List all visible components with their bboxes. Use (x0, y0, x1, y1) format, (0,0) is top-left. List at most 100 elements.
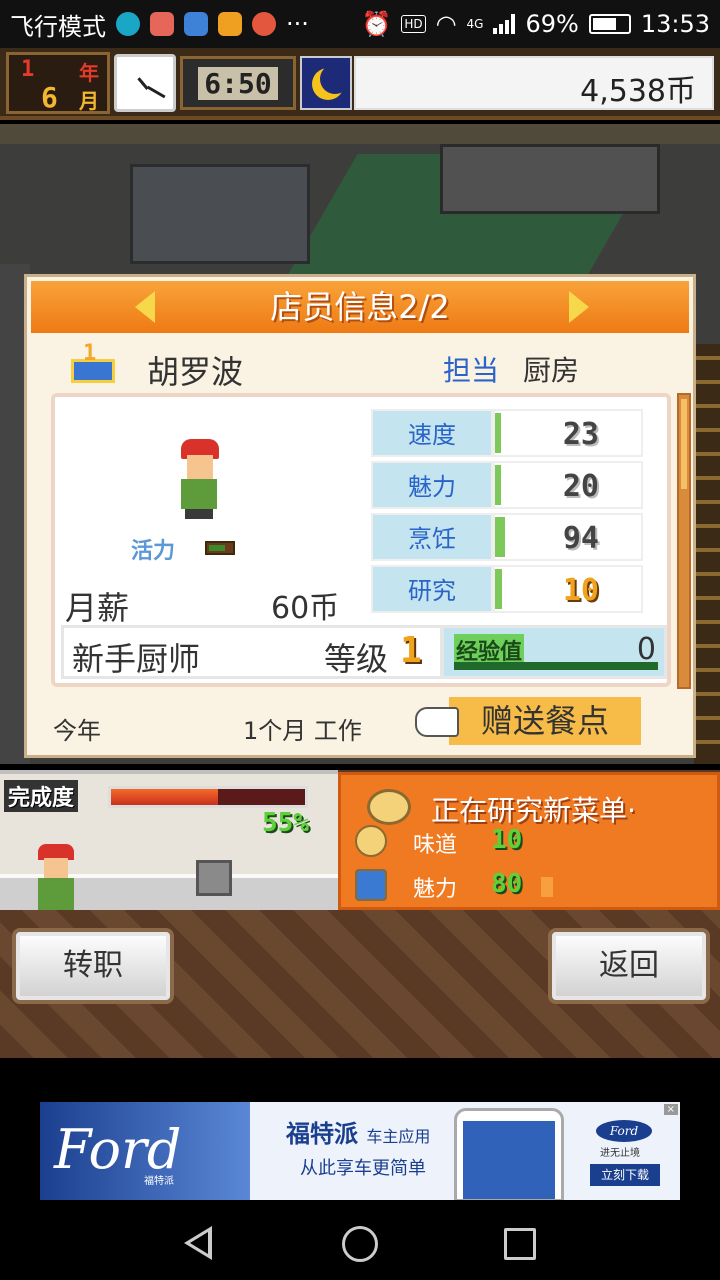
exp-bar (454, 662, 658, 670)
dialog-scrollbar[interactable] (677, 393, 691, 689)
nav-home-icon[interactable] (342, 1226, 378, 1262)
stat-value: 10 (562, 573, 599, 608)
stat-bar (495, 517, 506, 557)
salary-value: 60币 (271, 591, 340, 626)
app-notification-icon (252, 12, 276, 36)
ad-brand-cn: 福特派 (144, 1176, 174, 1187)
stat-label: 速度 (371, 409, 493, 457)
gift-meal-button[interactable]: 赠送餐点 (449, 697, 641, 745)
app-notification-icon (116, 12, 140, 36)
battery-percent: 69% (525, 10, 579, 38)
next-staff-arrow-icon[interactable] (569, 291, 589, 323)
staff-name: 胡罗波 (147, 353, 244, 391)
research-row-charm: 魅力 80 (351, 867, 553, 903)
phone-image (454, 1108, 564, 1202)
progress-percent: 55% (262, 808, 309, 838)
back-button[interactable]: 返回 (548, 928, 710, 1004)
change-job-button[interactable]: 转职 (12, 928, 174, 1004)
stat-label: 研究 (371, 565, 493, 613)
app-notification-icon (218, 12, 242, 36)
button-bar: 转职 返回 (0, 910, 720, 1058)
experience-row: 经验值 0 (441, 625, 667, 679)
ad-download-button[interactable]: 立刻下载 (590, 1164, 660, 1186)
dish-icon (367, 789, 411, 825)
cooking-pot-icon (196, 860, 232, 896)
chef-sprite-icon (177, 439, 221, 519)
month-value: 6 (41, 81, 58, 114)
prev-staff-arrow-icon[interactable] (135, 291, 155, 323)
navigation-bar (0, 1200, 720, 1280)
year-value: 1 (21, 57, 35, 82)
bottom-panel: 完成度 55% 正在研究新菜单· 味道 10 魅力 80 转职 返回 (0, 770, 720, 1058)
chef-sprite-icon (36, 844, 76, 914)
job-title: 新手厨师 (72, 640, 201, 678)
staff-card: 活力 月薪 60币 速度 23 魅力 20 烹饪 94 研究 10 新手厨师 等… (51, 393, 671, 687)
stat-bar (495, 569, 503, 609)
ad-banner[interactable]: Ford 福特派 福特派 车主应用 从此享车更简单 Ford 进无止境 立刻下载… (40, 1102, 680, 1202)
wifi-icon: ◠ (435, 10, 457, 38)
stat-label: 魅力 (371, 461, 493, 509)
staff-info-dialog: 店员信息2/2 1 胡罗波 担当 厨房 活力 月薪 60币 速度 23 魅力 2… (24, 274, 696, 758)
nav-recent-apps-icon[interactable] (504, 1228, 536, 1260)
research-stat-label: 味道 (413, 833, 458, 858)
alarm-icon: ⏰ (361, 10, 392, 38)
stat-label: 烹饪 (371, 513, 493, 561)
app-notification-icon (184, 12, 208, 36)
research-panel: 正在研究新菜单· 味道 10 魅力 80 (338, 772, 720, 910)
charm-meter (541, 877, 553, 897)
ad-close-icon[interactable]: × (663, 1104, 678, 1115)
this-year-label: 今年 (53, 717, 101, 745)
mail-notification-icon (150, 12, 174, 36)
taste-icon (355, 825, 387, 857)
stat-bar (495, 465, 501, 505)
moon-icon (300, 56, 352, 110)
stat-value: 20 (562, 469, 599, 504)
kitchen-cabinet (130, 164, 310, 264)
nav-back-icon[interactable] (184, 1226, 212, 1260)
status-bar: 飞行模式 ··· ⏰ HD ◠ 4G 69% 13:53 (0, 0, 720, 48)
date-display: 1 年 6 月 (6, 52, 110, 114)
rank-badge-number: 1 (83, 341, 97, 366)
tenure-text: 1个月 工作 (243, 717, 362, 745)
research-row-taste: 味道 10 (351, 823, 541, 859)
more-notifications-icon: ··· (286, 10, 309, 38)
stats-table: 速度 23 魅力 20 烹饪 94 研究 10 (371, 409, 647, 617)
dialog-header: 店员信息2/2 (31, 281, 689, 333)
hd-badge: HD (401, 15, 426, 33)
charm-icon (355, 869, 387, 901)
stat-row-charm: 魅力 20 (371, 461, 647, 511)
research-stat-label: 魅力 (413, 877, 458, 902)
battery-icon (588, 14, 631, 34)
stat-value: 23 (562, 417, 599, 452)
stat-row-research: 研究 10 (371, 565, 647, 615)
research-stat-value: 10 (491, 825, 523, 855)
level-value: 1 (400, 630, 422, 671)
level-label: 等级 (324, 640, 389, 678)
role-label: 担当 (443, 354, 500, 387)
rank-badge-icon: 1 (71, 341, 115, 385)
ad-headline: 福特派 车主应用 (286, 1120, 431, 1148)
clock-time: 13:53 (640, 10, 710, 38)
game-time: 6:50 (198, 66, 278, 100)
stat-row-speed: 速度 23 (371, 409, 647, 459)
year-label: 年 (79, 61, 99, 85)
ford-logo: Ford 福特派 (40, 1102, 250, 1202)
network-type: 4G (466, 17, 484, 31)
clock-icon (114, 54, 176, 112)
dialog-title: 店员信息2/2 (270, 288, 450, 326)
signal-icon (493, 14, 516, 34)
pointing-hand-icon (415, 707, 459, 737)
progress-label: 完成度 (4, 780, 79, 812)
ad-slogan: 进无止境 (600, 1148, 640, 1159)
job-level-row: 新手厨师 等级 1 (61, 625, 443, 679)
game-time-display: 6:50 (180, 56, 296, 110)
stat-value: 94 (562, 521, 599, 556)
ad-area: Ford 福特派 福特派 车主应用 从此享车更简单 Ford 进无止境 立刻下载… (0, 1058, 720, 1202)
salary-label: 月薪 (65, 589, 130, 627)
month-label: 月 (79, 89, 99, 113)
game-hud: 1 年 6 月 6:50 4,538币 (0, 48, 720, 120)
progress-bar (108, 786, 308, 808)
vigor-meter (205, 541, 235, 555)
coin-balance: 4,538币 (354, 56, 714, 110)
role-value: 厨房 (523, 354, 580, 387)
